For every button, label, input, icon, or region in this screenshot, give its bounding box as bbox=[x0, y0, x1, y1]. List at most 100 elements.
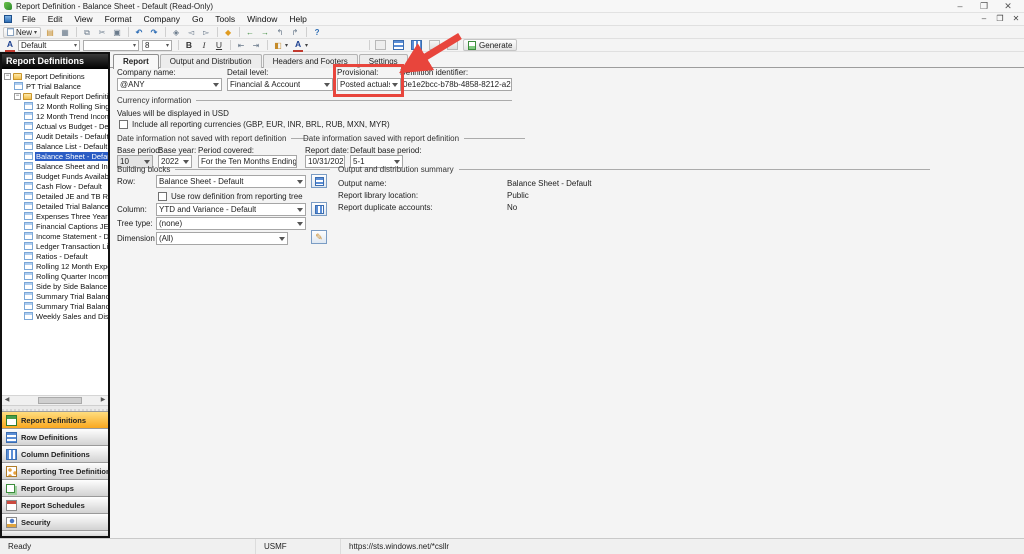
open-button[interactable]: ▤ bbox=[43, 27, 57, 38]
help-button[interactable]: ? bbox=[310, 27, 324, 38]
menu-item[interactable]: Go bbox=[186, 13, 209, 26]
open-row-definition-button[interactable] bbox=[311, 174, 327, 188]
tree-item[interactable]: 12 Month Trend Incom bbox=[2, 111, 108, 121]
tree-item[interactable]: Rolling 12 Month Exper bbox=[2, 261, 108, 271]
fill-color-button[interactable]: ◧▾ bbox=[271, 40, 290, 51]
cut-button[interactable]: ✂ bbox=[95, 27, 109, 38]
tab-output-and-distribution[interactable]: Output and Distribution bbox=[160, 54, 262, 68]
nav-security[interactable]: Security bbox=[2, 513, 108, 530]
tree-item[interactable]: Ratios - Default bbox=[2, 251, 108, 261]
tree-item[interactable]: Report Definitions bbox=[2, 71, 108, 81]
column-definition-button[interactable] bbox=[409, 40, 426, 51]
tab-settings[interactable]: Settings bbox=[359, 54, 408, 68]
tree-item[interactable]: Actual vs Budget - Defa bbox=[2, 121, 108, 131]
save-button[interactable]: ▦ bbox=[58, 27, 72, 38]
tab-report[interactable]: Report bbox=[113, 54, 159, 69]
font-size-select[interactable]: 8▾ bbox=[142, 40, 172, 51]
column-select[interactable]: YTD and Variance - Default bbox=[156, 203, 306, 216]
sidebar-options-strip[interactable] bbox=[2, 530, 108, 536]
maximize-button[interactable]: ❐ bbox=[972, 0, 996, 12]
menu-item[interactable]: Company bbox=[138, 13, 186, 26]
tree-item[interactable]: 12 Month Rolling Single bbox=[2, 101, 108, 111]
expand-collapse-icon[interactable] bbox=[4, 73, 11, 80]
tree-horizontal-scrollbar[interactable]: ◀ ▶ bbox=[2, 395, 108, 405]
redo-button[interactable]: ↷ bbox=[147, 27, 161, 38]
paste-button[interactable]: ▣ bbox=[110, 27, 124, 38]
scroll-left-icon[interactable]: ◀ bbox=[2, 396, 12, 405]
generate-button[interactable]: Generate bbox=[463, 39, 517, 51]
font-dialog-button[interactable]: A bbox=[3, 40, 17, 51]
nav-report-schedules[interactable]: Report Schedules bbox=[2, 496, 108, 513]
menu-item[interactable]: File bbox=[16, 13, 42, 26]
tree-item[interactable]: Side by Side Balance Sh bbox=[2, 281, 108, 291]
report-library-button[interactable] bbox=[445, 40, 462, 51]
nav-report-groups[interactable]: Report Groups bbox=[2, 479, 108, 496]
copy-button[interactable]: ⧉ bbox=[80, 27, 94, 38]
new-dropdown-caret-icon[interactable]: ▾ bbox=[34, 29, 37, 36]
nav-report-definitions[interactable]: Report Definitions bbox=[2, 411, 108, 428]
row-select[interactable]: Balance Sheet - Default bbox=[156, 175, 306, 188]
tree-item[interactable]: Financial Captions JE a bbox=[2, 221, 108, 231]
menu-item[interactable]: View bbox=[68, 13, 98, 26]
new-button[interactable]: New ▾ bbox=[3, 27, 41, 38]
expand-collapse-icon[interactable] bbox=[14, 93, 21, 100]
include-currencies-checkbox[interactable] bbox=[119, 120, 128, 129]
underline-button[interactable]: U bbox=[212, 40, 226, 51]
font-color-button[interactable]: A▾ bbox=[291, 40, 310, 51]
tree-definition-button[interactable] bbox=[427, 40, 444, 51]
provisional-select[interactable]: Posted actuals & b bbox=[337, 78, 401, 91]
dimension-set-select[interactable]: (All) bbox=[156, 232, 288, 245]
tree-item[interactable]: Balance Sheet - Defaul bbox=[2, 151, 108, 161]
tree-item[interactable]: Default Report Definitions bbox=[2, 91, 108, 101]
menu-item[interactable]: Help bbox=[283, 13, 312, 26]
menu-item[interactable]: Tools bbox=[209, 13, 241, 26]
definition-identifier-field[interactable]: 0e1e2bcc-b78b-4858-8212-a2375fe80751 bbox=[400, 78, 512, 91]
use-row-definition-checkbox[interactable] bbox=[158, 192, 167, 201]
tree-item[interactable]: Audit Details - Default bbox=[2, 131, 108, 141]
tree-item[interactable]: Ledger Transaction List bbox=[2, 241, 108, 251]
tree-type-select[interactable]: (none) bbox=[156, 217, 306, 230]
tree-item[interactable]: Weekly Sales and Disco bbox=[2, 311, 108, 321]
tree-item[interactable]: Balance Sheet and Inco bbox=[2, 161, 108, 171]
undo-button[interactable]: ↶ bbox=[132, 27, 146, 38]
increase-indent-button[interactable]: ⇥ bbox=[249, 40, 263, 51]
back-button[interactable]: ← bbox=[243, 27, 257, 38]
mdi-close-button[interactable]: ✕ bbox=[1008, 13, 1024, 25]
tree-item[interactable]: Budget Funds Available bbox=[2, 171, 108, 181]
detail-level-select[interactable]: Financial & Account bbox=[227, 78, 333, 91]
mdi-restore-button[interactable]: ❐ bbox=[992, 13, 1008, 25]
mdi-minimize-button[interactable]: – bbox=[976, 13, 992, 25]
scroll-right-icon[interactable]: ▶ bbox=[98, 396, 108, 405]
edit-dimension-set-button[interactable]: ✎ bbox=[311, 230, 327, 244]
tab-headers-and-footers[interactable]: Headers and Footers bbox=[263, 54, 358, 68]
decrease-indent-button[interactable]: ⇤ bbox=[234, 40, 248, 51]
nav-row-definitions[interactable]: Row Definitions bbox=[2, 428, 108, 445]
lock-button[interactable]: ◆ bbox=[221, 27, 235, 38]
tree-item[interactable]: Summary Trial Balance bbox=[2, 291, 108, 301]
tree-item[interactable]: Rolling Quarter Income bbox=[2, 271, 108, 281]
menu-item[interactable]: Edit bbox=[42, 13, 69, 26]
open-column-definition-button[interactable] bbox=[311, 202, 327, 216]
italic-button[interactable]: I bbox=[197, 40, 211, 51]
find-button[interactable]: ◈ bbox=[169, 27, 183, 38]
link-button[interactable]: ↰ bbox=[273, 27, 287, 38]
tree-item[interactable]: PT Trial Balance bbox=[2, 81, 108, 91]
bold-button[interactable]: B bbox=[182, 40, 196, 51]
filter-button[interactable]: ◅ bbox=[184, 27, 198, 38]
company-name-select[interactable]: @ANY bbox=[117, 78, 222, 91]
tree-item[interactable]: Expenses Three Year C bbox=[2, 211, 108, 221]
tree-item[interactable]: Income Statement - D bbox=[2, 231, 108, 241]
forward-button[interactable]: → bbox=[258, 27, 272, 38]
tree-item[interactable]: Detailed JE and TB Rev bbox=[2, 191, 108, 201]
tree-item[interactable]: Summary Trial Balance bbox=[2, 301, 108, 311]
row-definition-button[interactable] bbox=[391, 40, 408, 51]
advanced-filter-button[interactable]: ▻ bbox=[199, 27, 213, 38]
menu-item[interactable]: Format bbox=[99, 13, 138, 26]
font-style-select[interactable]: ▾ bbox=[83, 40, 139, 51]
tree-item[interactable]: Balance List - Default bbox=[2, 141, 108, 151]
tree-item[interactable]: Cash Flow - Default bbox=[2, 181, 108, 191]
nav-column-definitions[interactable]: Column Definitions bbox=[2, 445, 108, 462]
scrollbar-thumb[interactable] bbox=[38, 397, 82, 404]
minimize-button[interactable]: – bbox=[948, 0, 972, 12]
report-view-button[interactable] bbox=[373, 40, 390, 51]
